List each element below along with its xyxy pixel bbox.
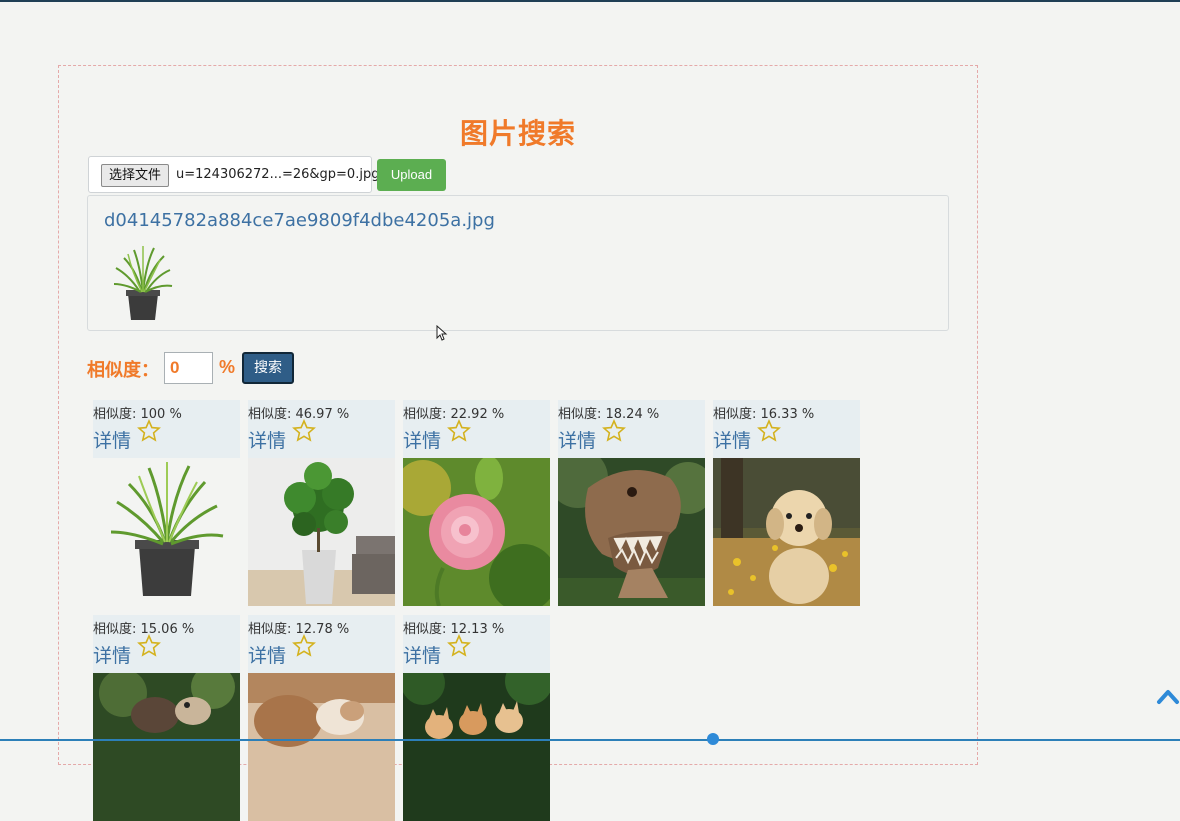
result-card: 相似度: 16.33 % 详情 <box>713 400 860 606</box>
result-card: 相似度: 12.78 % 详情 <box>248 615 395 821</box>
result-card: 相似度: 18.24 % 详情 <box>558 400 705 606</box>
star-icon[interactable] <box>602 419 626 443</box>
result-meta: 相似度: 16.33 % 详情 <box>713 400 860 458</box>
potted-grass-image[interactable] <box>93 458 240 606</box>
cat-dog-image[interactable] <box>248 673 395 821</box>
detail-link[interactable]: 详情 <box>403 641 441 668</box>
detail-link[interactable]: 详情 <box>713 426 751 453</box>
result-card: 相似度: 15.06 % 详情 <box>93 615 240 821</box>
result-card: 相似度: 22.92 % 详情 <box>403 400 550 606</box>
similarity-label: 相似度： <box>87 360 159 381</box>
detail-link[interactable]: 详情 <box>93 426 131 453</box>
detail-link[interactable]: 详情 <box>248 641 286 668</box>
star-icon[interactable] <box>447 634 471 658</box>
scroll-indicator[interactable] <box>707 733 719 745</box>
pink-flower-image[interactable] <box>403 458 550 606</box>
star-icon[interactable] <box>292 634 316 658</box>
result-meta: 相似度: 100 % 详情 <box>93 400 240 458</box>
result-card: 相似度: 100 % 详情 <box>93 400 240 606</box>
result-meta: 相似度: 18.24 % 详情 <box>558 400 705 458</box>
puppy-field-image[interactable] <box>713 458 860 606</box>
file-input[interactable]: 选择文件 u=124306272...=26&gp=0.jpg <box>88 156 379 193</box>
mouse-cursor-icon <box>436 325 448 341</box>
similarity-input[interactable]: 0 <box>164 352 213 384</box>
kittens-grass-image[interactable] <box>403 673 550 821</box>
detail-link[interactable]: 详情 <box>558 426 596 453</box>
result-meta: 相似度: 22.92 % 详情 <box>403 400 550 458</box>
top-border <box>0 0 1180 2</box>
percent-sign: % <box>219 357 236 377</box>
star-icon[interactable] <box>137 419 161 443</box>
result-meta: 相似度: 46.97 % 详情 <box>248 400 395 458</box>
star-icon[interactable] <box>137 634 161 658</box>
star-icon[interactable] <box>292 419 316 443</box>
detail-link[interactable]: 详情 <box>248 426 286 453</box>
star-icon[interactable] <box>447 419 471 443</box>
scroll-to-top-icon[interactable] <box>1156 686 1180 706</box>
page-title: 图片搜索 <box>459 117 576 150</box>
result-meta: 相似度: 15.06 % 详情 <box>93 615 240 673</box>
choose-file-button[interactable]: 选择文件 <box>101 164 170 187</box>
result-meta: 相似度: 12.13 % 详情 <box>403 615 550 673</box>
search-button[interactable]: 搜索 <box>242 352 294 384</box>
dogs-outdoor-image[interactable] <box>93 673 240 821</box>
upload-button[interactable]: Upload <box>377 159 446 191</box>
detail-link[interactable]: 详情 <box>93 641 131 668</box>
uploaded-file-link[interactable]: d04145782a884ce7ae9809f4dbe4205a.jpg <box>104 210 495 231</box>
potted-plant-room-image[interactable] <box>248 458 395 606</box>
result-meta: 相似度: 12.78 % 详情 <box>248 615 395 673</box>
star-icon[interactable] <box>757 419 781 443</box>
potted-grass-image <box>113 246 173 320</box>
dinosaur-image[interactable] <box>558 458 705 606</box>
upload-preview: d04145782a884ce7ae9809f4dbe4205a.jpg <box>87 195 949 331</box>
result-card: 相似度: 12.13 % 详情 <box>403 615 550 821</box>
chosen-file-name: u=124306272...=26&gp=0.jpg <box>176 167 380 182</box>
result-card: 相似度: 46.97 % 详情 <box>248 400 395 606</box>
detail-link[interactable]: 详情 <box>403 426 441 453</box>
